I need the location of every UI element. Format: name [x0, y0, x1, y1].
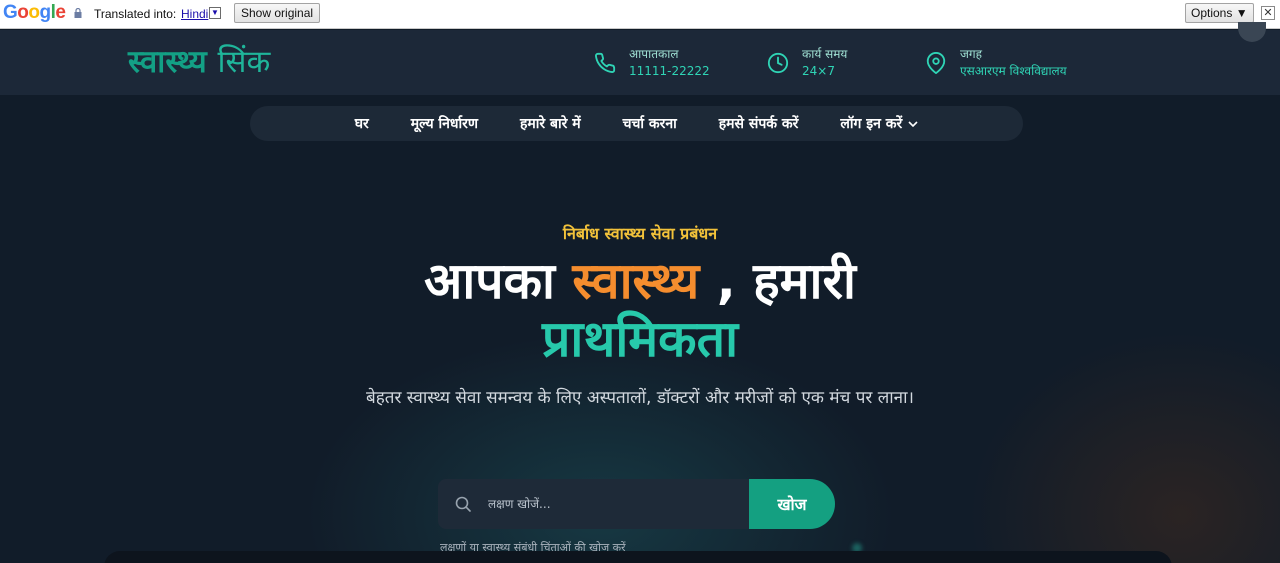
lock-icon [74, 8, 82, 18]
location-info: जगह एसआरएम विश्वविद्यालय [925, 46, 1067, 80]
nav-item-home[interactable]: घर [355, 114, 369, 133]
emergency-label: आपातकाल [629, 47, 679, 61]
search-button[interactable]: खोज [749, 479, 835, 529]
headline-part-1: आपका [424, 252, 573, 310]
language-dropdown-icon[interactable]: ▼ [209, 7, 221, 19]
close-translate-bar-button[interactable]: ✕ [1261, 6, 1275, 20]
headline-part-2: , हमारी [699, 252, 856, 310]
phone-icon [595, 52, 616, 73]
emergency-info: आपातकाल 11111-22222 [594, 46, 710, 80]
options-button[interactable]: Options ▼ [1185, 3, 1254, 23]
nav-item-login[interactable]: लॉग इन करें [840, 114, 918, 133]
hours-label: कार्य समय [802, 47, 848, 61]
location-label: जगह [960, 47, 983, 61]
chevron-down-icon [908, 120, 918, 127]
main-nav: घर मूल्य निर्धारण हमारे बारे में चर्चा क… [250, 106, 1023, 141]
logo-part-2: सिंक [217, 44, 271, 80]
hours-info: कार्य समय 24×7 [767, 46, 847, 80]
content-panel-top [104, 551, 1172, 563]
nav-item-about[interactable]: हमारे बारे में [520, 114, 581, 133]
language-link[interactable]: Hindi [181, 7, 208, 21]
search-icon [455, 496, 471, 512]
translate-bar: Google Translated into: Hindi ▼ Show ori… [0, 0, 1280, 29]
show-original-button[interactable]: Show original [234, 3, 321, 23]
hero-tagline: निर्बाध स्वास्थ्य सेवा प्रबंधन [562, 224, 718, 243]
headline-line-2: प्राथमिकता [541, 310, 739, 368]
nav-login-label: लॉग इन करें [840, 116, 903, 132]
nav-item-contact[interactable]: हमसे संपर्क करें [719, 114, 799, 133]
translated-into-label: Translated into: [94, 7, 177, 21]
location-pin-icon [926, 52, 946, 74]
google-logo: Google [3, 2, 66, 23]
emergency-number[interactable]: 11111-22222 [629, 63, 710, 80]
nav-item-discuss[interactable]: चर्चा करना [623, 114, 677, 133]
clock-icon [767, 52, 789, 74]
site-logo[interactable]: स्वास्थ्य सिंक [128, 40, 270, 82]
headline-highlight: स्वास्थ्य [572, 252, 700, 310]
logo-part-1: स्वास्थ्य [128, 44, 207, 80]
location-value: एसआरएम विश्वविद्यालय [960, 64, 1067, 78]
hero-subtitle: बेहतर स्वास्थ्य सेवा समन्वय के लिए अस्पत… [366, 388, 914, 408]
symptom-search-input[interactable] [488, 493, 738, 515]
hero-headline: आपका स्वास्थ्य , हमारी प्राथमिकता [0, 252, 1280, 368]
nav-item-pricing[interactable]: मूल्य निर्धारण [411, 114, 478, 133]
hours-value: 24×7 [802, 64, 835, 78]
symptom-search-box [438, 479, 750, 529]
